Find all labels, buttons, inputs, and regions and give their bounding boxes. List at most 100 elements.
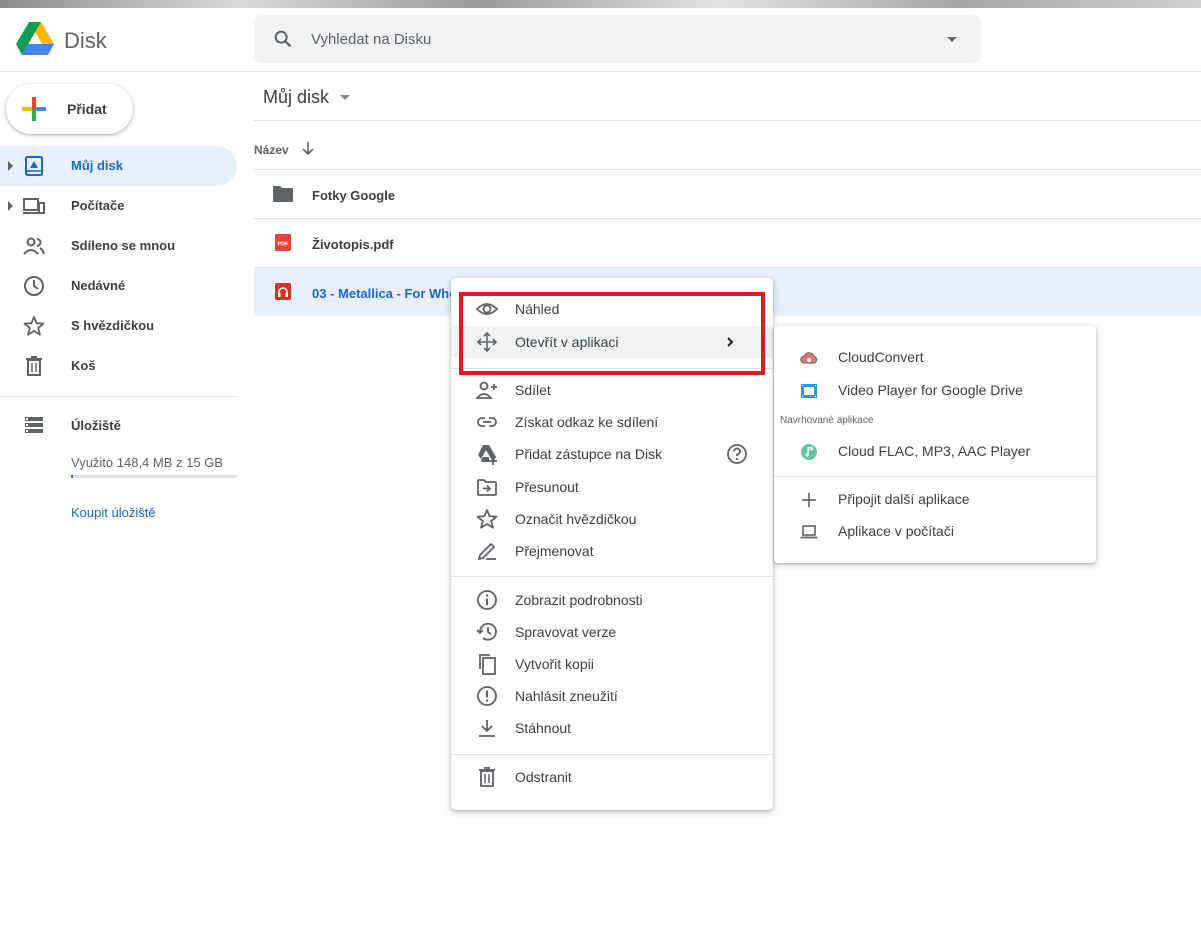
sidebar-item-shared[interactable]: Sdíleno se mnou [0,226,237,266]
page-title[interactable]: Můj disk [263,87,329,108]
menu-item-label: Přejmenovat [515,543,594,559]
menu-item-report-abuse[interactable]: Nahlásit zneužití [451,680,773,712]
menu-item-label: Přidat zástupce na Disk [515,446,663,462]
sidebar-item-recent[interactable]: Nedávné [0,266,237,306]
search-icon[interactable] [272,28,294,50]
pdf-icon: PDF [275,234,291,251]
file-name: Fotky Google [312,188,396,203]
sort-arrow-down-icon[interactable] [300,140,316,156]
link-icon [477,417,497,427]
storage-progress-fill [71,475,73,478]
menu-item-label: Nahlásit zneužití [515,688,618,704]
menu-item-get-link[interactable]: Získat odkaz ke sdílení [451,406,773,438]
info-icon [477,590,497,610]
sidebar-nav: Můj disk Počítače Sdíleno se mnou Nedávn… [0,146,237,386]
report-icon [477,686,497,706]
file-name: 03 - Metallica - For Who [312,286,458,301]
sidebar-item-label: Nedávné [71,278,126,293]
sidebar-item-label: Počítače [71,198,125,213]
new-button[interactable]: Přidat [6,84,133,134]
submenu-item-label: CloudConvert [838,349,924,365]
plus-icon [802,493,816,507]
submenu-item-music-player[interactable]: Cloud FLAC, MP3, AAC Player [774,435,1096,467]
audio-file-icon [275,283,291,300]
submenu-item-label: Video Player for Google Drive [838,382,1023,398]
menu-item-add-shortcut[interactable]: Přidat zástupce na Disk [451,438,773,470]
expand-arrow-icon[interactable] [8,161,13,171]
file-name: Životopis.pdf [312,237,394,252]
storage-label[interactable]: Úložiště [71,418,121,433]
header-divider [254,120,1201,121]
menu-item-star[interactable]: Označit hvězdičkou [451,503,773,535]
window-top-edge [0,0,1201,8]
app-brand[interactable]: Disk [64,28,107,54]
menu-item-details[interactable]: Zobrazit podrobnosti [451,584,773,616]
menu-item-label: Stáhnout [515,720,572,736]
submenu-item-cloudconvert[interactable]: CloudConvert [774,341,1096,373]
search-options-chevron-down-icon[interactable] [947,37,957,42]
drive-shortcut-icon [478,445,497,465]
copy-icon [479,654,496,675]
menu-item-versions[interactable]: Spravovat verze [451,616,773,648]
storage-icon [25,417,43,433]
trash-icon [26,356,42,376]
drive-logo-icon[interactable] [16,22,54,56]
move-icon [477,479,497,496]
help-icon[interactable] [726,443,748,465]
buy-storage-link[interactable]: Koupit úložiště [71,505,156,520]
menu-item-make-copy[interactable]: Vytvořit kopii [451,648,773,680]
file-row[interactable]: Fotky Google [254,170,1201,218]
submenu-divider [774,476,1096,477]
app-header: Disk Vyhledat na Disku [0,8,1201,72]
annotation-highlight-box [459,292,765,375]
cloudconvert-icon [800,352,818,364]
sidebar-item-trash[interactable]: Koš [0,346,237,386]
storage-usage-text: Využito 148,4 MB z 15 GB [71,455,223,470]
expand-arrow-icon[interactable] [8,201,13,211]
menu-item-label: Označit hvězdičkou [515,511,637,527]
menu-item-label: Přesunout [515,479,579,495]
new-button-label: Přidat [67,101,107,117]
submenu-item-label: Cloud FLAC, MP3, AAC Player [838,443,1031,459]
music-player-icon [801,444,817,460]
menu-item-share[interactable]: Sdílet [451,374,773,406]
submenu-item-label: Připojit další aplikace [838,491,970,507]
sidebar-item-label: Koš [71,358,96,373]
menu-item-download[interactable]: Stáhnout [451,712,773,744]
download-icon [479,720,495,737]
file-row[interactable]: PDF Životopis.pdf [254,219,1201,267]
laptop-icon [800,525,818,539]
svg-text:PDF: PDF [278,242,290,248]
menu-divider [451,576,773,577]
menu-item-remove[interactable]: Odstranit [451,761,773,793]
menu-item-label: Získat odkaz ke sdílení [515,414,659,430]
sidebar-item-starred[interactable]: S hvězdičkou [0,306,237,346]
trash-icon [479,767,495,787]
submenu-item-desktop-apps[interactable]: Aplikace v počítači [774,515,1096,547]
title-dropdown-chevron-down-icon[interactable] [340,95,350,100]
my-drive-icon [25,156,43,176]
sidebar-item-label: S hvězdičkou [71,318,155,333]
folder-icon [273,186,293,202]
menu-item-label: Spravovat verze [515,624,617,640]
menu-item-rename[interactable]: Přejmenovat [451,535,773,567]
search-input[interactable]: Vyhledat na Disku [311,31,431,48]
computers-icon [23,198,45,214]
sidebar-divider [0,396,237,397]
storage-progress-bar [71,475,237,478]
pencil-icon [477,542,496,561]
menu-item-move[interactable]: Přesunout [451,471,773,503]
sidebar-item-computers[interactable]: Počítače [0,186,237,226]
menu-item-label: Zobrazit podrobnosti [515,592,643,608]
submenu-item-video-player[interactable]: Video Player for Google Drive [774,374,1096,406]
submenu-section-heading: Navrhované aplikace [780,415,874,426]
person-add-icon [476,381,497,399]
submenu-item-connect-apps[interactable]: Připojit další aplikace [774,483,1096,515]
search-bar[interactable]: Vyhledat na Disku [254,15,981,63]
menu-item-label: Odstranit [515,769,572,785]
menu-divider [451,754,773,755]
sidebar-item-my-drive[interactable]: Můj disk [0,146,237,186]
column-header-name[interactable]: Název [254,143,289,157]
menu-item-label: Vytvořit kopii [515,656,594,672]
menu-item-label: Sdílet [515,382,551,398]
